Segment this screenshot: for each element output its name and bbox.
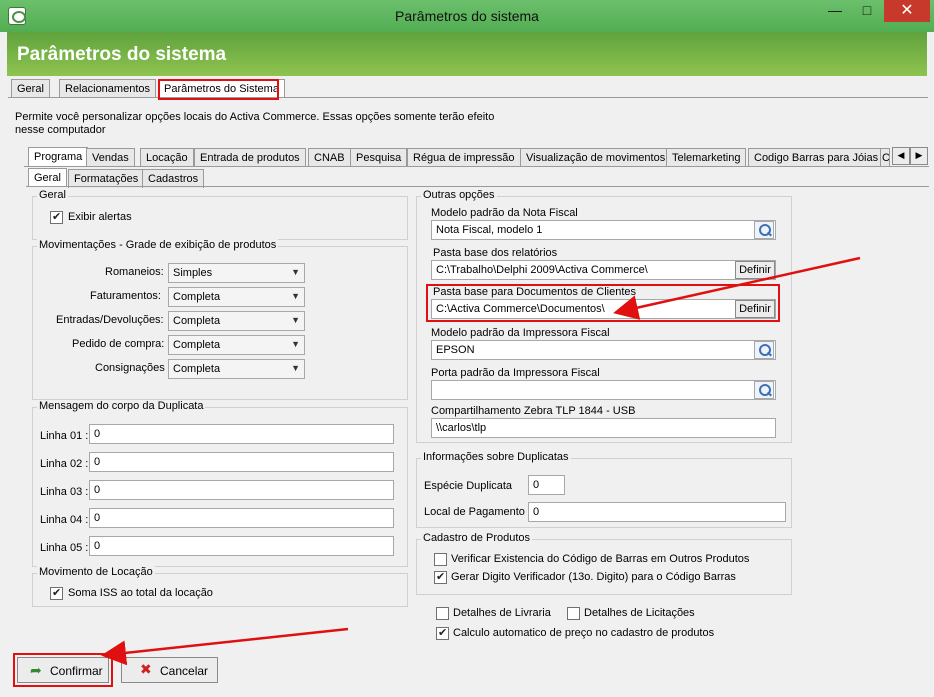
arrow-to-confirmar xyxy=(101,627,349,666)
arrow-to-docs-field xyxy=(613,256,861,320)
annotation-arrows xyxy=(101,256,861,666)
